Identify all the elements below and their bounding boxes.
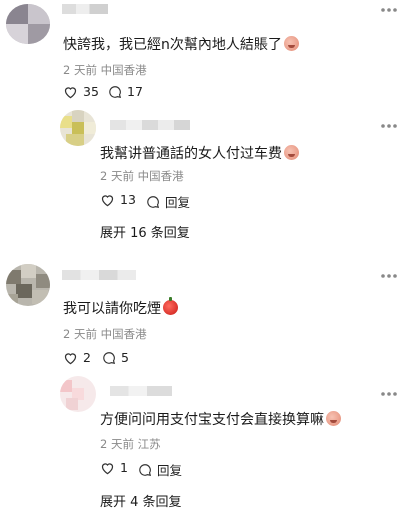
like-count: 35 — [83, 84, 99, 99]
comment-bubble-icon — [139, 463, 152, 476]
more-options-icon[interactable] — [380, 6, 398, 14]
avatar[interactable] — [6, 4, 50, 44]
username-redacted[interactable] — [62, 4, 108, 14]
comment-text: 我幫讲普通話的女人付过车费 — [100, 143, 299, 163]
expand-replies-link[interactable]: 展开 4 条回复 — [100, 491, 182, 510]
reply-count: 17 — [127, 84, 143, 99]
heart-icon — [101, 462, 114, 474]
comment-meta: 2 天前 中国香港 — [100, 169, 184, 183]
reply-button[interactable]: 回复 — [138, 460, 182, 479]
avatar[interactable] — [6, 264, 50, 306]
username-redacted[interactable] — [110, 386, 172, 396]
comment-bubble-icon — [147, 195, 160, 208]
heart-icon — [64, 352, 77, 364]
like-button[interactable]: 1 — [100, 460, 128, 475]
comment-text: 方便问问用支付宝支付会直接换算嘛 — [100, 409, 341, 429]
reply-label: 回复 — [157, 463, 183, 478]
username-redacted[interactable] — [110, 120, 190, 130]
comment-bubble-icon — [109, 85, 122, 98]
comment-meta: 2 天前 中国香港 — [63, 327, 147, 341]
more-options-icon[interactable] — [380, 390, 398, 398]
like-button[interactable]: 2 — [63, 350, 91, 365]
heart-icon — [64, 86, 77, 98]
like-count: 13 — [120, 192, 136, 207]
face-emoji-icon — [283, 36, 299, 51]
more-options-icon[interactable] — [380, 122, 398, 130]
reply-button[interactable]: 5 — [102, 350, 129, 365]
apple-emoji-icon — [163, 297, 178, 315]
face-emoji-icon — [326, 411, 341, 426]
avatar[interactable] — [60, 110, 96, 146]
avatar[interactable] — [60, 376, 96, 412]
reply-button[interactable]: 回复 — [146, 192, 190, 211]
reply-button[interactable]: 17 — [108, 84, 143, 99]
comment-text: 我可以請你吃煙 — [63, 297, 178, 318]
expand-replies-link[interactable]: 展开 16 条回复 — [100, 222, 190, 241]
like-button[interactable]: 35 — [63, 84, 99, 99]
reply-label: 回复 — [165, 195, 191, 210]
heart-icon — [101, 194, 114, 206]
comment-text: 快誇我，我已經n次幫內地人結賬了 — [63, 34, 299, 54]
face-emoji-icon — [284, 145, 299, 160]
comment-meta: 2 天前 江苏 — [100, 437, 161, 451]
comment-meta: 2 天前 中国香港 — [63, 63, 147, 77]
like-count: 2 — [83, 350, 91, 365]
more-options-icon[interactable] — [380, 272, 398, 280]
like-button[interactable]: 13 — [100, 192, 136, 207]
like-count: 1 — [120, 460, 128, 475]
comment-bubble-icon — [103, 351, 116, 364]
username-redacted[interactable] — [62, 270, 136, 280]
reply-count: 5 — [121, 350, 129, 365]
